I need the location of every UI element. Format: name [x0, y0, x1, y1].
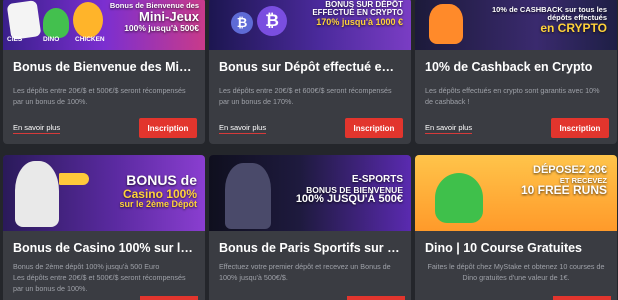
chicken-mascot-icon: [73, 2, 103, 38]
banner-line-3: 100% jusqu'à 500€: [124, 22, 199, 33]
banner-line-2: Mini-Jeux: [139, 8, 199, 24]
banner-line-3: sur le 2ème Dépôt: [119, 199, 197, 210]
banner-line-3: 100% JUSQU'À 500€: [295, 193, 403, 206]
promo-banner-dino-runs[interactable]: DÉPOSEZ 20€ ET RECEVEZ 10 FREE RUNS: [415, 155, 617, 231]
dino-mascot-icon: [435, 173, 483, 223]
banner-tag-2: DINO: [43, 36, 60, 43]
signup-button-partial[interactable]: [553, 296, 611, 300]
bitcoin-coin-icon: ₿: [231, 12, 253, 34]
promo-card-second-deposit: BONUS de Casino 100% sur le 2ème Dépôt B…: [3, 155, 205, 300]
banner-line-3: 10 FREE RUNS: [520, 183, 607, 198]
learn-more-link[interactable]: En savoir plus: [425, 123, 473, 134]
minigames-mascot-icon: [6, 0, 42, 40]
signup-button-partial[interactable]: [347, 296, 405, 300]
banner-line-1: DÉPOSEZ 20€: [533, 164, 607, 176]
signup-button[interactable]: Inscription: [139, 118, 197, 138]
promo-banner-crypto-deposit[interactable]: ₿ ₿ BONUS SUR DÉPÔT EFFECTUÉ EN CRYPTO 1…: [209, 0, 411, 50]
card-title: Bonus de Casino 100% sur le 2ème Dépôt: [13, 241, 205, 255]
promotions-grid: CIES DINO CHICKEN Bonus de Bienvenue des…: [0, 0, 618, 300]
skeleton-musician-icon: [15, 161, 59, 227]
promo-banner-minigames[interactable]: CIES DINO CHICKEN Bonus de Bienvenue des…: [3, 0, 205, 50]
promo-card-esports: E-SPORTS BONUS DE BIENVENUE 100% JUSQU'À…: [209, 155, 411, 300]
trumpet-icon: [59, 173, 89, 185]
promo-banner-second-deposit[interactable]: BONUS de Casino 100% sur le 2ème Dépôt: [3, 155, 205, 231]
promo-card-dino-runs: DÉPOSEZ 20€ ET RECEVEZ 10 FREE RUNS Dino…: [415, 155, 617, 300]
signup-button[interactable]: Inscription: [551, 118, 609, 138]
card-title: 10% de Cashback en Crypto: [425, 60, 593, 74]
card-title: Dino | 10 Course Gratuites: [425, 241, 583, 255]
banner-line-3: 170% jusqu'à 1000 €: [316, 16, 403, 27]
banner-line-1: E-SPORTS: [351, 174, 403, 185]
signup-button[interactable]: Inscription: [345, 118, 403, 138]
card-title: Bonus de Bienvenue des Mini-Jeux: [13, 60, 205, 74]
card-description: Bonus de 2ème dépôt 100% jusqu'à 500 Eur…: [13, 262, 186, 293]
bitcoin-coin-large-icon: ₿: [257, 6, 287, 36]
promo-card-crypto-deposit: ₿ ₿ BONUS SUR DÉPÔT EFFECTUÉ EN CRYPTO 1…: [209, 0, 411, 144]
promo-card-crypto-cashback: 10% de CASHBACK sur tous les dépôts effe…: [415, 0, 617, 144]
signup-button-partial[interactable]: [140, 296, 198, 300]
promo-banner-crypto-cashback[interactable]: 10% de CASHBACK sur tous les dépôts effe…: [415, 0, 617, 50]
card-title: Bonus sur Dépôt effectué en Crypto: [219, 60, 411, 74]
card-description: Faites le dépôt chez MyStake et obtenez …: [427, 262, 605, 282]
banner-line-3: en CRYPTO: [540, 20, 607, 35]
player-figure-icon: [429, 4, 463, 44]
banner-tag-1: CIES: [7, 36, 23, 43]
promo-banner-esports[interactable]: E-SPORTS BONUS DE BIENVENUE 100% JUSQU'À…: [209, 155, 411, 231]
dino-mascot-icon: [43, 8, 69, 38]
card-description: Effectuez votre premier dépôt et recevez…: [219, 262, 391, 282]
esports-warrior-icon: [225, 163, 271, 229]
card-description: Les dépôts effectués en crypto sont gara…: [425, 86, 600, 106]
promo-card-minigames: CIES DINO CHICKEN Bonus de Bienvenue des…: [3, 0, 205, 144]
banner-tag-3: CHICKEN: [75, 36, 105, 43]
learn-more-link[interactable]: En savoir plus: [13, 123, 61, 134]
card-title: Bonus de Paris Sportifs sur E-Sports: [219, 241, 411, 255]
card-description: Les dépôts entre 20€/$ et 600€/$ seront …: [219, 86, 392, 106]
banner-line-1: BONUS de: [126, 172, 197, 188]
card-description: Les dépôts entre 20€/$ et 500€/$ seront …: [13, 86, 186, 106]
learn-more-link[interactable]: En savoir plus: [219, 123, 267, 134]
